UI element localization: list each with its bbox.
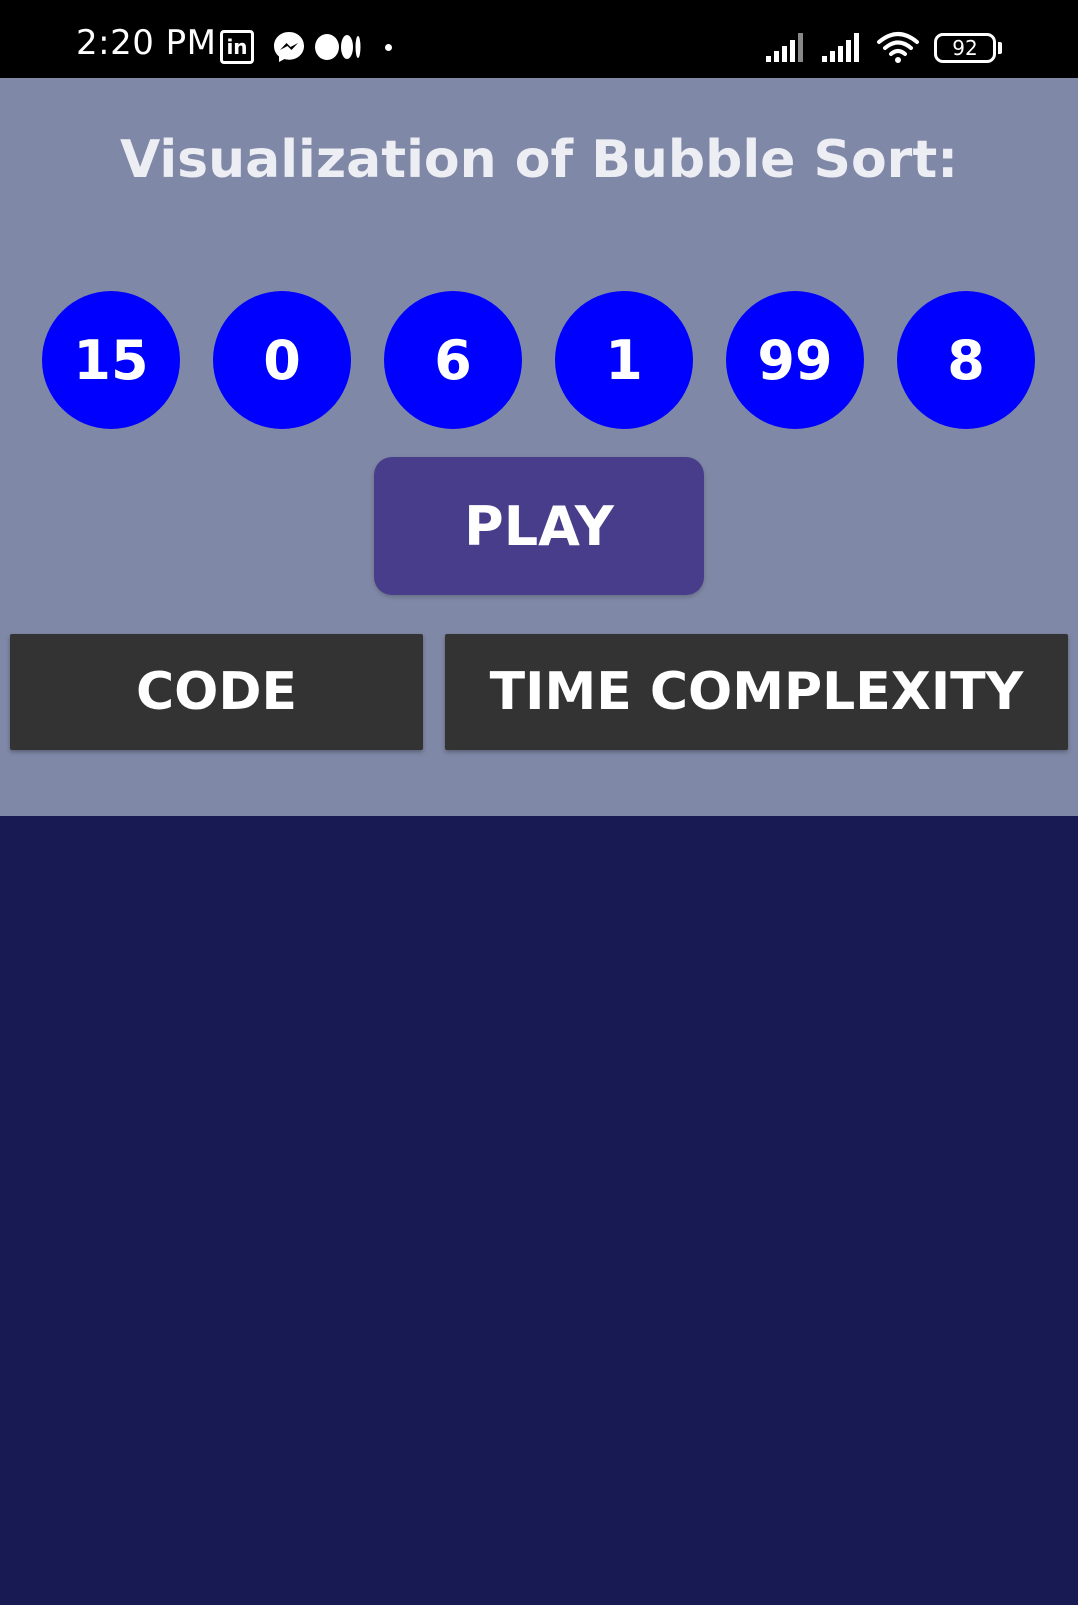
array-bubble-0: 15 (42, 291, 180, 429)
linkedin-icon: in (220, 30, 254, 64)
visualization-panel: Visualization of Bubble Sort: 15 0 6 1 9… (0, 78, 1078, 816)
battery-icon: 92 (934, 33, 996, 63)
signal-icon-2 (822, 33, 859, 62)
array-bubble-1: 0 (213, 291, 351, 429)
battery-tip (998, 42, 1002, 54)
notification-dot (385, 44, 392, 51)
array-bubble-3: 1 (555, 291, 693, 429)
code-button[interactable]: CODE (10, 634, 423, 750)
page-title: Visualization of Bubble Sort: (120, 130, 958, 190)
medium-icon (315, 34, 361, 60)
status-bar: 2:20 PM in 92 (0, 0, 1078, 78)
play-button[interactable]: PLAY (374, 457, 704, 595)
wifi-icon (877, 32, 919, 63)
time-complexity-button[interactable]: TIME COMPLEXITY (445, 634, 1068, 750)
signal-icon (766, 33, 803, 62)
battery-level: 92 (952, 36, 978, 60)
messenger-icon (274, 32, 304, 62)
array-bubble-2: 6 (384, 291, 522, 429)
array-bubble-4: 99 (726, 291, 864, 429)
array-bubble-5: 8 (897, 291, 1035, 429)
status-time: 2:20 PM (76, 23, 217, 63)
